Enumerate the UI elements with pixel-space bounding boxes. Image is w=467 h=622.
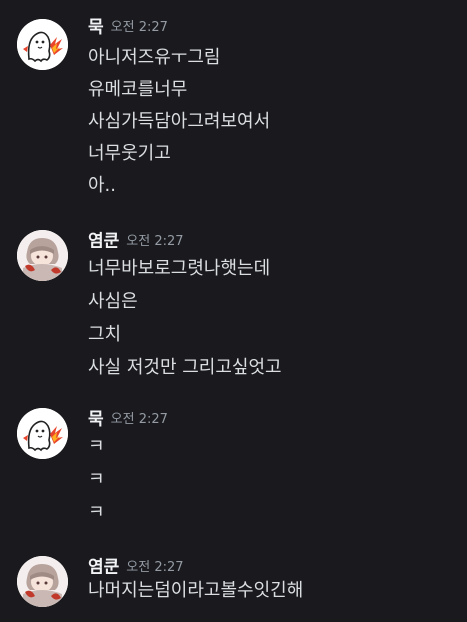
avatar[interactable] <box>17 556 68 607</box>
author-name[interactable]: 묵 <box>88 410 104 430</box>
message-line: 나머지는덤이라고볼수잇긴해 <box>88 580 304 601</box>
anime-character-avatar-icon <box>17 556 68 607</box>
message-content: ㅋ ㅋ ㅋ <box>88 430 105 529</box>
message-header: 염쿤 오전 2:27 <box>88 556 184 578</box>
message-header: 묵 오전 2:27 <box>88 408 168 430</box>
timestamp: 오전 2:27 <box>126 559 184 575</box>
message-header: 염쿤 오전 2:27 <box>88 230 184 252</box>
message-line: 사실 저것만 그리고싶엇고 <box>88 357 282 378</box>
timestamp: 오전 2:27 <box>110 411 168 427</box>
timestamp: 오전 2:27 <box>126 233 184 249</box>
message-content: 아니저즈유ㅜ그림 유메코를너무 사심가득담아그려보여서 너무웃기고 아.. <box>88 42 270 202</box>
message-header: 묵 오전 2:27 <box>88 16 168 38</box>
ghost-with-fire-avatar-icon <box>17 19 68 70</box>
anime-character-avatar-icon <box>17 230 68 281</box>
message-line: 사심가득담아그려보여서 <box>88 111 271 132</box>
message-content: 나머지는덤이라고볼수잇긴해 <box>88 578 303 604</box>
timestamp: 오전 2:27 <box>110 19 168 35</box>
author-name[interactable]: 염쿤 <box>88 558 119 578</box>
ghost-with-fire-avatar-icon <box>17 408 68 459</box>
message-line: 유메코를너무 <box>88 79 188 100</box>
message-line: 너무웃기고 <box>88 143 171 164</box>
message-line: 아.. <box>88 175 117 196</box>
message-line: 그치 <box>88 324 122 345</box>
avatar[interactable] <box>17 408 68 459</box>
message-line: 너무바보로그렷나햇는데 <box>88 258 271 279</box>
message-line: 사심은 <box>88 291 138 312</box>
message-line: ㅋ <box>88 469 105 490</box>
message-line: 아니저즈유ㅜ그림 <box>88 47 221 68</box>
message-content: 너무바보로그렷나햇는데 사심은 그치 사실 저것만 그리고싶엇고 <box>88 252 282 384</box>
avatar[interactable] <box>17 230 68 281</box>
message-line: ㅋ <box>88 502 105 523</box>
author-name[interactable]: 묵 <box>88 18 104 38</box>
author-name[interactable]: 염쿤 <box>88 232 119 252</box>
avatar[interactable] <box>17 19 68 70</box>
message-line: ㅋ <box>88 436 105 457</box>
